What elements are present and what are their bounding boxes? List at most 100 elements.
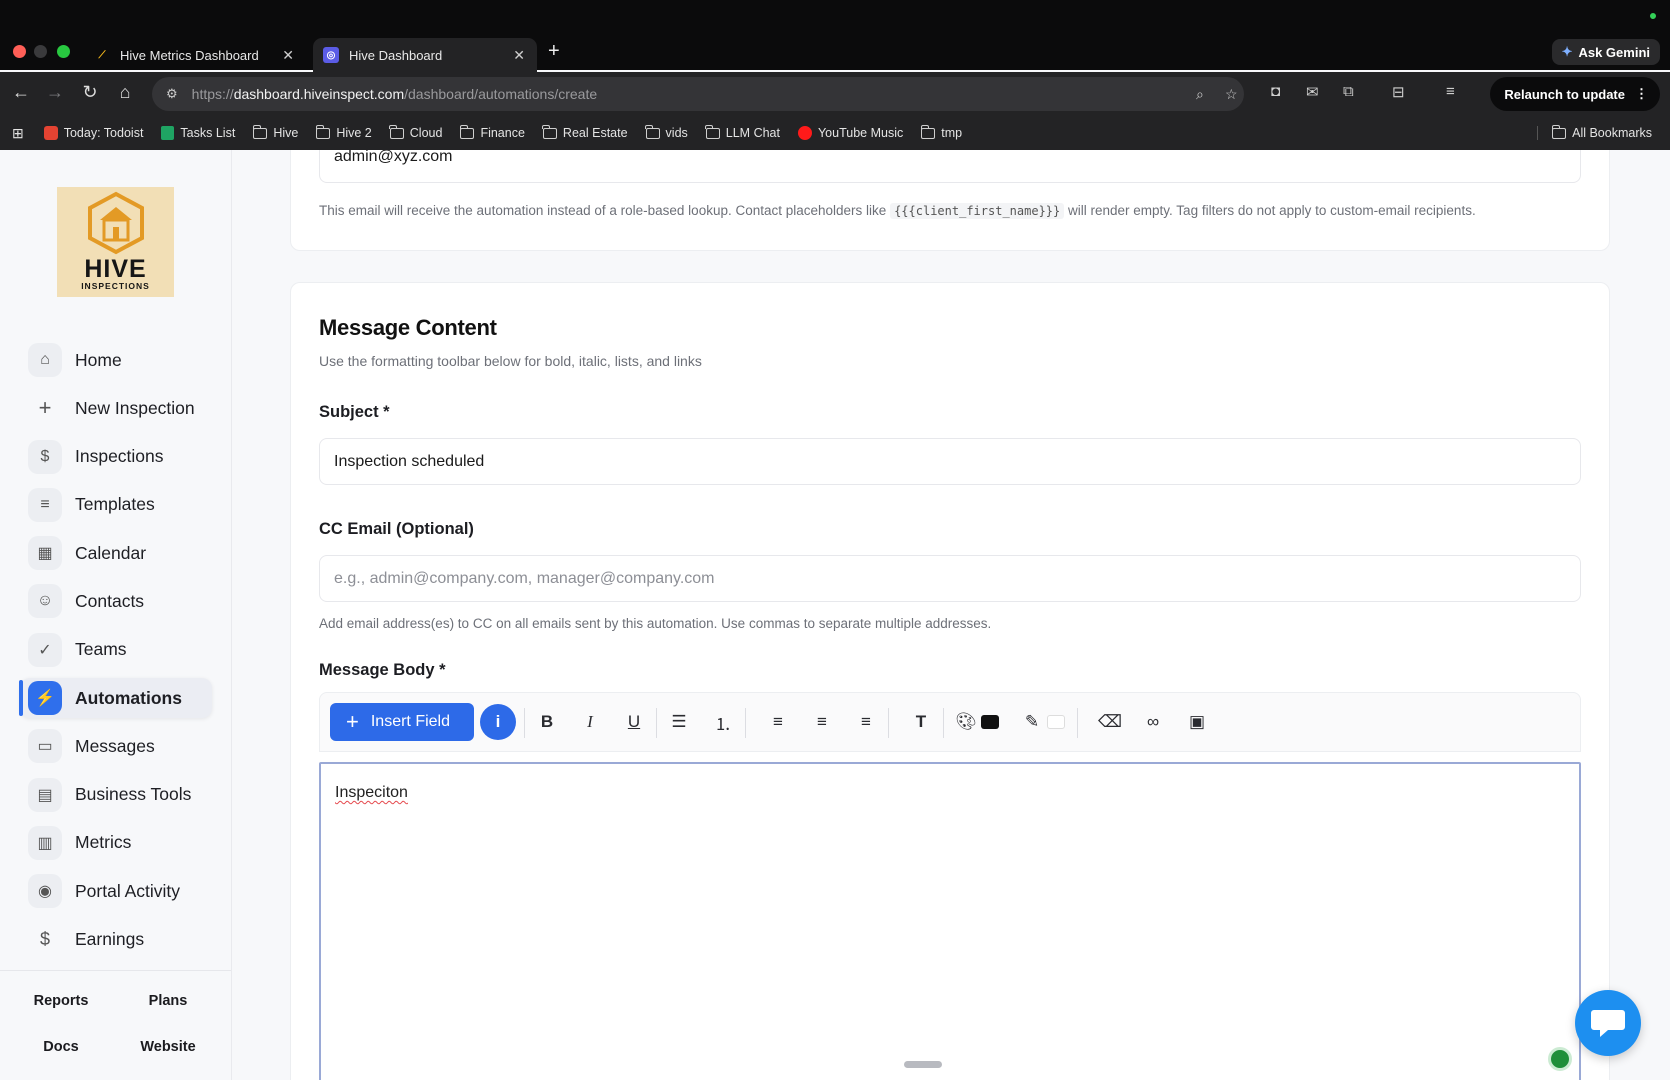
extensions-puzzle-icon[interactable]: ⧉: [1343, 83, 1354, 100]
bookmark-llm-chat[interactable]: LLM Chat: [705, 124, 780, 140]
cc-email-input[interactable]: e.g., admin@company.com, manager@company…: [319, 555, 1581, 602]
bullet-list-icon[interactable]: ☰: [666, 709, 692, 735]
sidebar-item-automations[interactable]: ⚡ Automations: [19, 678, 212, 719]
folder-icon: [315, 124, 331, 139]
custom-email-field[interactable]: admin@xyz.com: [319, 150, 1581, 183]
text-format-icon[interactable]: T: [908, 709, 934, 735]
kebab-menu-icon[interactable]: ⋮: [1635, 86, 1648, 102]
relaunch-to-update-button[interactable]: Relaunch to update ⋮: [1490, 77, 1660, 111]
docs-link[interactable]: Docs: [11, 1039, 111, 1055]
home-icon[interactable]: ⌂: [113, 82, 137, 103]
sidebar-item-label: Templates: [75, 494, 155, 515]
camera-extension-icon[interactable]: ◘: [1271, 83, 1280, 100]
url-domain: dashboard.hiveinspect.com: [233, 86, 405, 102]
browser-tab[interactable]: ⟋ Hive Metrics Dashboard ✕: [84, 38, 306, 72]
bookmark-label: Hive 2: [336, 126, 372, 140]
helper-text-after: will render empty. Tag filters do not ap…: [1068, 203, 1476, 218]
sidebar-item-home[interactable]: ⌂ Home: [20, 340, 212, 380]
minimize-window-button[interactable]: [34, 45, 47, 58]
highlight-color-swatch[interactable]: [1047, 715, 1065, 729]
link-icon[interactable]: ∞: [1140, 709, 1166, 735]
browser-toolbar: ← → ↻ ⌂ ⚙ https://dashboard.hiveinspect.…: [0, 72, 1670, 175]
bookmark-tasks-list[interactable]: Tasks List: [161, 126, 235, 140]
text-color-palette-icon[interactable]: 🎨︎: [953, 709, 979, 735]
sidebar-item-inspections[interactable]: $ Inspections: [20, 437, 212, 477]
bookmark-youtube-music[interactable]: YouTube Music: [797, 126, 903, 140]
sidebar-item-metrics[interactable]: ▥ Metrics: [20, 823, 212, 863]
message-body-text[interactable]: Inspeciton: [335, 784, 408, 802]
plans-link[interactable]: Plans: [118, 993, 218, 1009]
sidebar-item-contacts[interactable]: ☺ Contacts: [20, 581, 212, 621]
website-link[interactable]: Website: [118, 1039, 218, 1055]
reports-link[interactable]: Reports: [11, 993, 111, 1009]
lightning-icon: ⚡: [28, 681, 62, 716]
numbered-list-icon[interactable]: ⒈: [710, 709, 736, 735]
sidebar-item-templates[interactable]: ≡ Templates: [20, 485, 212, 525]
align-right-icon[interactable]: ≡: [853, 709, 879, 735]
folder-icon: [705, 124, 720, 139]
new-tab-button[interactable]: +: [548, 40, 560, 63]
hive-inspections-logo[interactable]: HIVE INSPECTIONS: [57, 187, 174, 297]
info-button[interactable]: i: [480, 704, 516, 740]
sidebar-item-messages[interactable]: ▭ Messages: [20, 726, 212, 766]
sidebar-item-earnings[interactable]: $ Earnings: [20, 920, 212, 960]
sidebar-item-teams[interactable]: ✓ Teams: [20, 630, 212, 670]
sidebar-item-new-inspection[interactable]: + New Inspection: [20, 388, 212, 428]
hive-metrics-favicon: ⟋: [98, 49, 106, 61]
bookmark-cloud[interactable]: Cloud: [389, 124, 442, 140]
sheets-icon: [161, 126, 175, 140]
zoom-icon[interactable]: ⌕: [1196, 86, 1204, 103]
todoist-icon: [43, 126, 58, 140]
chat-support-button[interactable]: [1575, 990, 1641, 1056]
insert-field-label: Insert Field: [370, 713, 450, 730]
bookmark-hive[interactable]: Hive: [252, 124, 298, 140]
sidebar-item-calendar[interactable]: ▦ Calendar: [20, 533, 212, 573]
align-left-icon[interactable]: ≡: [765, 709, 791, 735]
bookmark-label: Tasks List: [180, 126, 236, 140]
address-bar[interactable]: ⚙ https://dashboard.hiveinspect.com/dash…: [152, 77, 1244, 111]
all-bookmarks-label: All Bookmarks: [1572, 126, 1652, 140]
close-tab-icon[interactable]: ✕: [513, 47, 525, 64]
ask-gemini-button[interactable]: ✦ Ask Gemini: [1551, 39, 1660, 65]
message-body-editor[interactable]: Inspeciton: [319, 762, 1581, 1080]
bookmark-hive-2[interactable]: Hive 2: [315, 124, 372, 140]
bookmark-todoist[interactable]: Today: Todoist: [43, 126, 144, 140]
forward-arrow-icon[interactable]: →: [43, 82, 67, 103]
gemini-sparkle-icon: ✦: [1561, 44, 1573, 59]
bookmark-finance[interactable]: Finance: [459, 124, 525, 140]
url-text: https://dashboard.hiveinspect.com/dashbo…: [192, 86, 597, 102]
bookmark-star-icon[interactable]: ☆: [1225, 86, 1238, 103]
back-arrow-icon[interactable]: ←: [9, 82, 33, 103]
close-tab-icon[interactable]: ✕: [282, 47, 294, 64]
all-bookmarks[interactable]: All Bookmarks: [1537, 124, 1652, 140]
editor-resize-handle[interactable]: [904, 1061, 942, 1068]
close-window-button[interactable]: [13, 45, 26, 58]
sidebar-item-business-tools[interactable]: ▤ Business Tools: [20, 775, 212, 815]
browser-tab-active[interactable]: ◎ Hive Dashboard ✕: [313, 38, 537, 72]
apps-grid-icon[interactable]: ⊞: [12, 125, 24, 142]
media-controls-icon[interactable]: ≡: [1446, 83, 1455, 100]
subject-input[interactable]: Inspection scheduled: [319, 438, 1581, 485]
maximize-window-button[interactable]: [57, 45, 70, 58]
url-prefix: https://: [191, 86, 234, 102]
sidebar-divider: [0, 970, 231, 971]
bookmark-label: Today: Todoist: [63, 126, 144, 140]
reload-icon[interactable]: ↻: [78, 82, 102, 103]
bookmark-tmp[interactable]: tmp: [920, 124, 962, 140]
sidebar-item-label: Automations: [75, 687, 182, 708]
text-color-swatch[interactable]: [981, 715, 999, 729]
eraser-icon[interactable]: ⌫: [1097, 709, 1123, 735]
bookmark-real-estate[interactable]: Real Estate: [542, 124, 628, 140]
insert-field-button[interactable]: + Insert Field: [330, 703, 474, 741]
tab-search-icon[interactable]: ⊟: [1392, 83, 1405, 101]
mail-extension-icon[interactable]: ✉: [1306, 83, 1319, 101]
highlighter-icon[interactable]: ✎: [1019, 709, 1045, 735]
align-center-icon[interactable]: ≡: [809, 709, 835, 735]
image-icon[interactable]: ▣: [1184, 709, 1210, 735]
italic-icon[interactable]: I: [577, 709, 603, 735]
bold-icon[interactable]: B: [534, 709, 560, 735]
sidebar-item-portal-activity[interactable]: ◉ Portal Activity: [20, 871, 212, 911]
bookmark-vids[interactable]: vids: [645, 124, 688, 140]
underline-icon[interactable]: U: [621, 709, 647, 735]
site-info-icon[interactable]: ⚙: [166, 86, 178, 102]
